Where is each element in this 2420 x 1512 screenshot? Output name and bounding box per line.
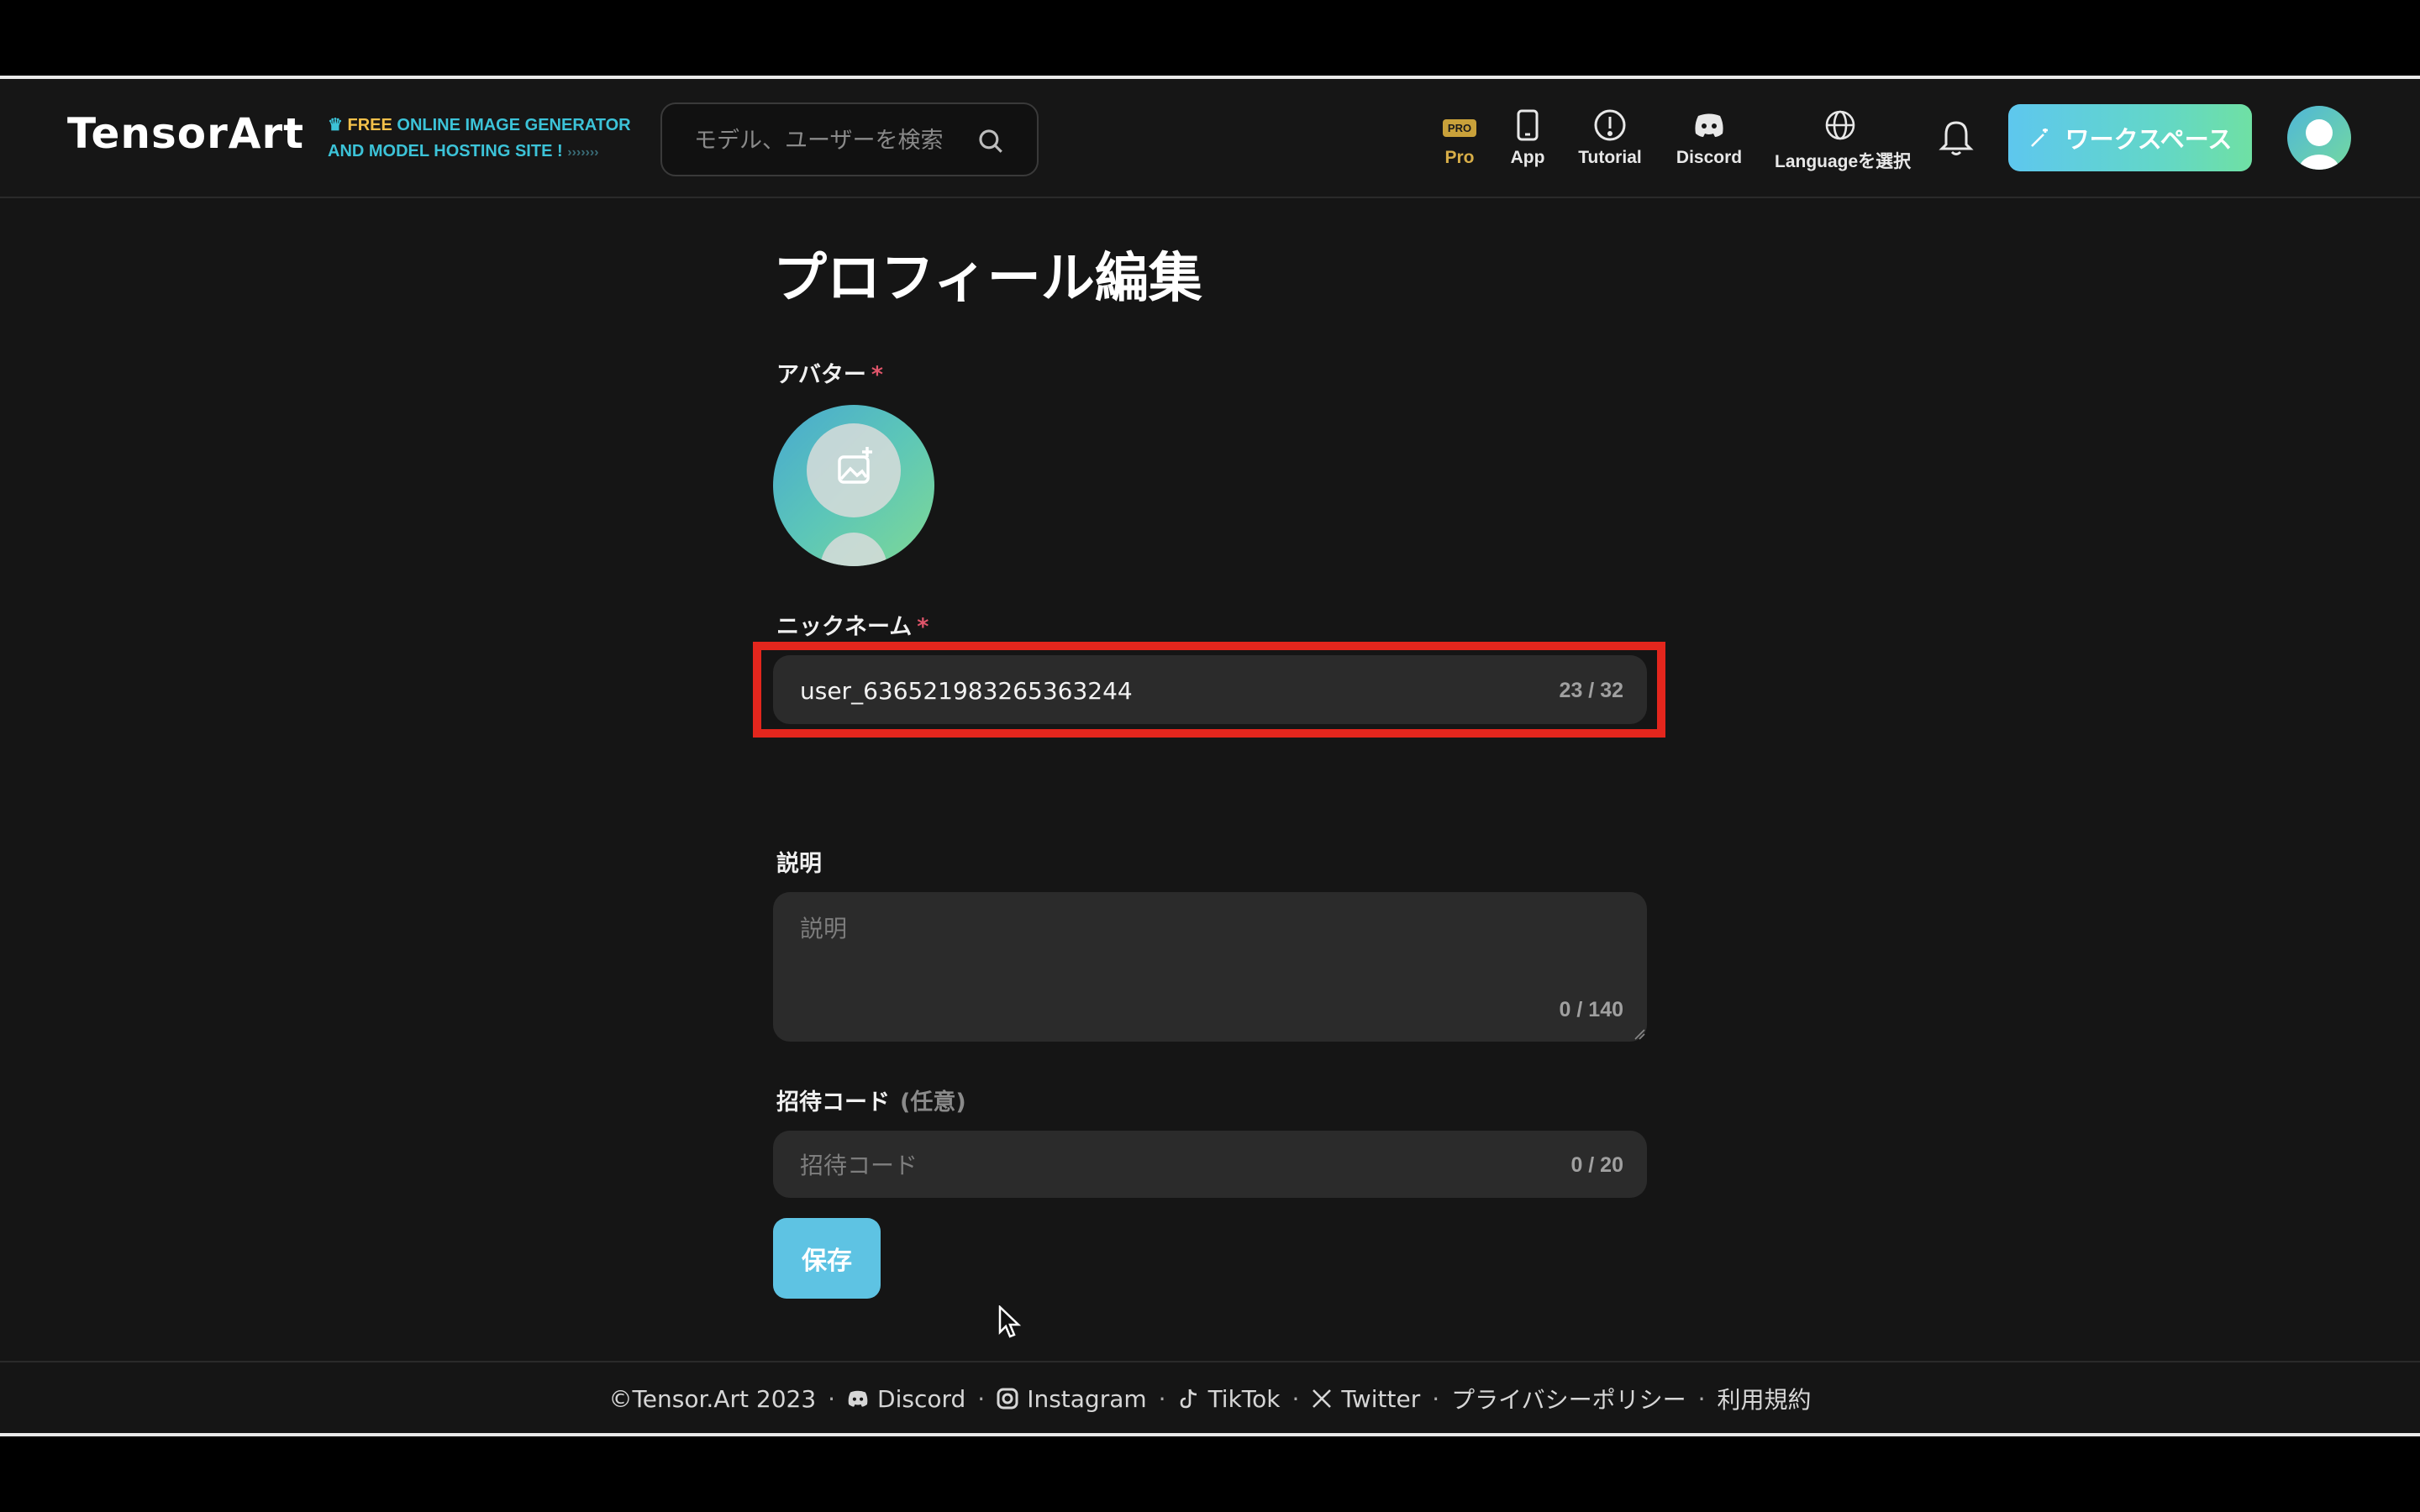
site-tagline: ♛ FREE ONLINE IMAGE GENERATOR AND MODEL … <box>328 113 631 165</box>
footer-separator: · <box>977 1384 986 1413</box>
avatar-label-row: アバター * <box>776 356 883 389</box>
footer-separator: · <box>1697 1384 1706 1413</box>
user-avatar-icon <box>2299 119 2339 170</box>
footer-privacy-link[interactable]: プライバシーポリシー <box>1451 1382 1686 1415</box>
footer-twitter-link[interactable]: Twitter <box>1311 1385 1420 1413</box>
search-icon[interactable] <box>976 127 1005 155</box>
nav-discord[interactable]: Discord <box>1674 108 1744 175</box>
page-title: プロフィール編集 <box>773 248 1202 310</box>
invite-label: 招待コード <box>776 1089 890 1116</box>
user-avatar[interactable] <box>2287 106 2351 170</box>
footer-terms-link[interactable]: 利用規約 <box>1718 1382 1812 1415</box>
phone-icon <box>1517 109 1539 141</box>
magic-wand-icon <box>2030 129 2048 147</box>
discord-icon <box>848 1390 868 1407</box>
invite-label-row: 招待コード (任意) <box>776 1084 966 1116</box>
nickname-required-mark: * <box>917 614 929 640</box>
tagline-text-2: AND MODEL HOSTING SITE ! <box>328 142 563 160</box>
nickname-input[interactable] <box>798 669 1507 712</box>
nickname-counter: 23 / 32 <box>1559 679 1623 702</box>
search-input[interactable] <box>692 121 973 160</box>
discord-icon <box>1695 113 1723 137</box>
nav-language[interactable]: Languageを選択 <box>1775 108 1912 175</box>
tagline-free: FREE <box>347 116 392 134</box>
nav-app[interactable]: App <box>1509 108 1546 175</box>
bottom-frame-line <box>0 1433 2420 1436</box>
top-header: TensorArt ♛ FREE ONLINE IMAGE GENERATOR … <box>0 79 2420 198</box>
description-label-row: 説明 <box>776 845 822 878</box>
footer-separator: · <box>1432 1384 1440 1413</box>
invite-optional-label: (任意) <box>900 1089 966 1116</box>
invite-code-input[interactable] <box>798 1143 1507 1187</box>
workspace-button[interactable]: ワークスペース <box>2008 104 2252 171</box>
footer-separator: · <box>1292 1384 1300 1413</box>
x-twitter-icon <box>1313 1389 1332 1408</box>
crown-icon: ♛ <box>328 116 343 134</box>
footer-tiktok-link[interactable]: TikTok <box>1178 1385 1281 1413</box>
nav-app-label: App <box>1510 148 1545 167</box>
invite-code-field[interactable]: 0 / 20 <box>773 1131 1647 1198</box>
app-window: TensorArt ♛ FREE ONLINE IMAGE GENERATOR … <box>0 79 2420 1433</box>
footer: ©Tensor.Art 2023 · Discord · Instagram ·… <box>0 1361 2420 1433</box>
info-icon <box>1594 109 1626 141</box>
globe-icon <box>1825 110 1855 140</box>
description-label: 説明 <box>776 851 822 877</box>
footer-discord-link[interactable]: Discord <box>847 1385 965 1413</box>
footer-discord-label: Discord <box>877 1384 966 1413</box>
nickname-label-row: ニックネーム * <box>776 608 929 641</box>
nickname-field[interactable]: 23 / 32 <box>773 655 1647 724</box>
nav-tutorial-label: Tutorial <box>1578 148 1642 167</box>
tagline-arrows: ››››››› <box>567 145 599 160</box>
footer-twitter-label: Twitter <box>1341 1384 1421 1413</box>
resize-handle-icon[interactable] <box>1634 1028 1645 1040</box>
description-counter: 0 / 140 <box>1559 998 1623 1021</box>
description-textarea[interactable] <box>798 909 1575 1013</box>
avatar-placeholder-icon <box>807 423 901 566</box>
footer-copyright: ©Tensor.Art 2023 <box>608 1384 817 1413</box>
description-field[interactable]: 0 / 140 <box>773 892 1647 1042</box>
footer-instagram-label: Instagram <box>1027 1384 1147 1413</box>
invite-code-counter: 0 / 20 <box>1570 1153 1623 1177</box>
bell-icon[interactable] <box>1938 118 1975 158</box>
footer-separator: · <box>1158 1384 1166 1413</box>
footer-separator: · <box>828 1384 836 1413</box>
tagline-text-1: ONLINE IMAGE GENERATOR <box>397 116 631 134</box>
nav-language-label: Languageを選択 <box>1775 152 1912 171</box>
nav-tutorial[interactable]: Tutorial <box>1575 108 1645 175</box>
nav-discord-label: Discord <box>1676 148 1743 167</box>
tensorart-logo[interactable]: TensorArt <box>67 109 304 158</box>
pro-badge-icon: PRO <box>1442 118 1477 137</box>
tagline-line-1: ♛ FREE ONLINE IMAGE GENERATOR <box>328 113 631 139</box>
nav-pro[interactable]: PRO Pro <box>1439 108 1481 175</box>
tagline-line-2: AND MODEL HOSTING SITE ! ››››››› <box>328 139 631 165</box>
avatar-required-mark: * <box>871 362 884 388</box>
footer-instagram-link[interactable]: Instagram <box>997 1384 1147 1413</box>
save-button[interactable]: 保存 <box>773 1218 881 1299</box>
mouse-cursor-icon <box>998 1305 1022 1338</box>
nav-pro-label: Pro <box>1444 148 1475 167</box>
workspace-label: ワークスペース <box>2065 125 2233 154</box>
search-box[interactable] <box>660 102 1039 176</box>
tiktok-icon <box>1180 1389 1197 1409</box>
profile-avatar-upload[interactable] <box>773 405 934 566</box>
avatar-label: アバター <box>776 362 866 388</box>
footer-tiktok-label: TikTok <box>1207 1384 1281 1413</box>
instagram-icon <box>997 1388 1018 1410</box>
nickname-label: ニックネーム <box>776 614 913 640</box>
